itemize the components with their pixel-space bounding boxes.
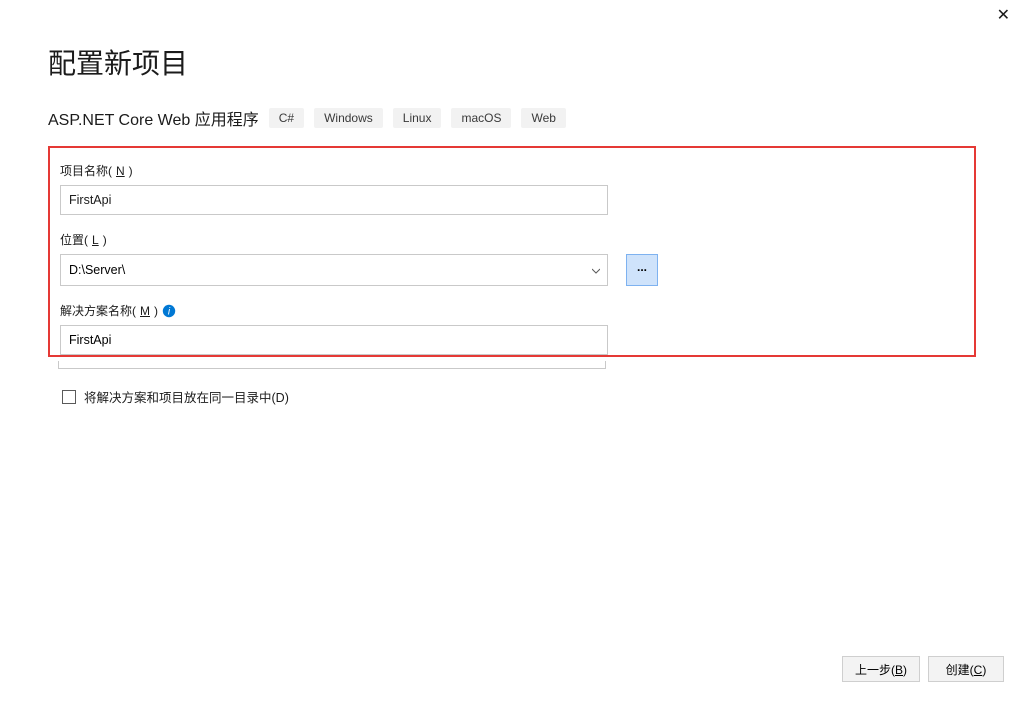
- template-name: ASP.NET Core Web 应用程序: [48, 106, 259, 130]
- tag-macos: macOS: [451, 108, 511, 128]
- highlighted-region: 项目名称(N) 位置(L) ... 解决方案名称(M): [48, 146, 976, 357]
- location-combo[interactable]: [60, 254, 608, 286]
- close-icon[interactable]: ✕: [997, 8, 1010, 24]
- location-label: 位置(L): [60, 231, 964, 248]
- template-header: ASP.NET Core Web 应用程序 C# Windows Linux m…: [48, 106, 976, 130]
- tag-web: Web: [521, 108, 565, 128]
- solution-name-input-overflow: [58, 361, 606, 369]
- project-name-input[interactable]: [60, 185, 608, 215]
- browse-button[interactable]: ...: [626, 254, 658, 286]
- project-name-label: 项目名称(N): [60, 162, 964, 179]
- solution-name-label: 解决方案名称(M) i: [60, 302, 964, 319]
- solution-name-input[interactable]: [60, 325, 608, 355]
- location-input[interactable]: [60, 254, 608, 286]
- back-button[interactable]: 上一步(B): [842, 656, 920, 682]
- same-directory-label: 将解决方案和项目放在同一目录中(D): [84, 387, 289, 406]
- tag-csharp: C#: [269, 108, 304, 128]
- tag-windows: Windows: [314, 108, 383, 128]
- create-button[interactable]: 创建(C): [928, 656, 1004, 682]
- same-directory-checkbox[interactable]: [62, 390, 76, 404]
- page-title: 配置新项目: [48, 42, 976, 82]
- tag-linux: Linux: [393, 108, 442, 128]
- info-icon: i: [162, 304, 176, 318]
